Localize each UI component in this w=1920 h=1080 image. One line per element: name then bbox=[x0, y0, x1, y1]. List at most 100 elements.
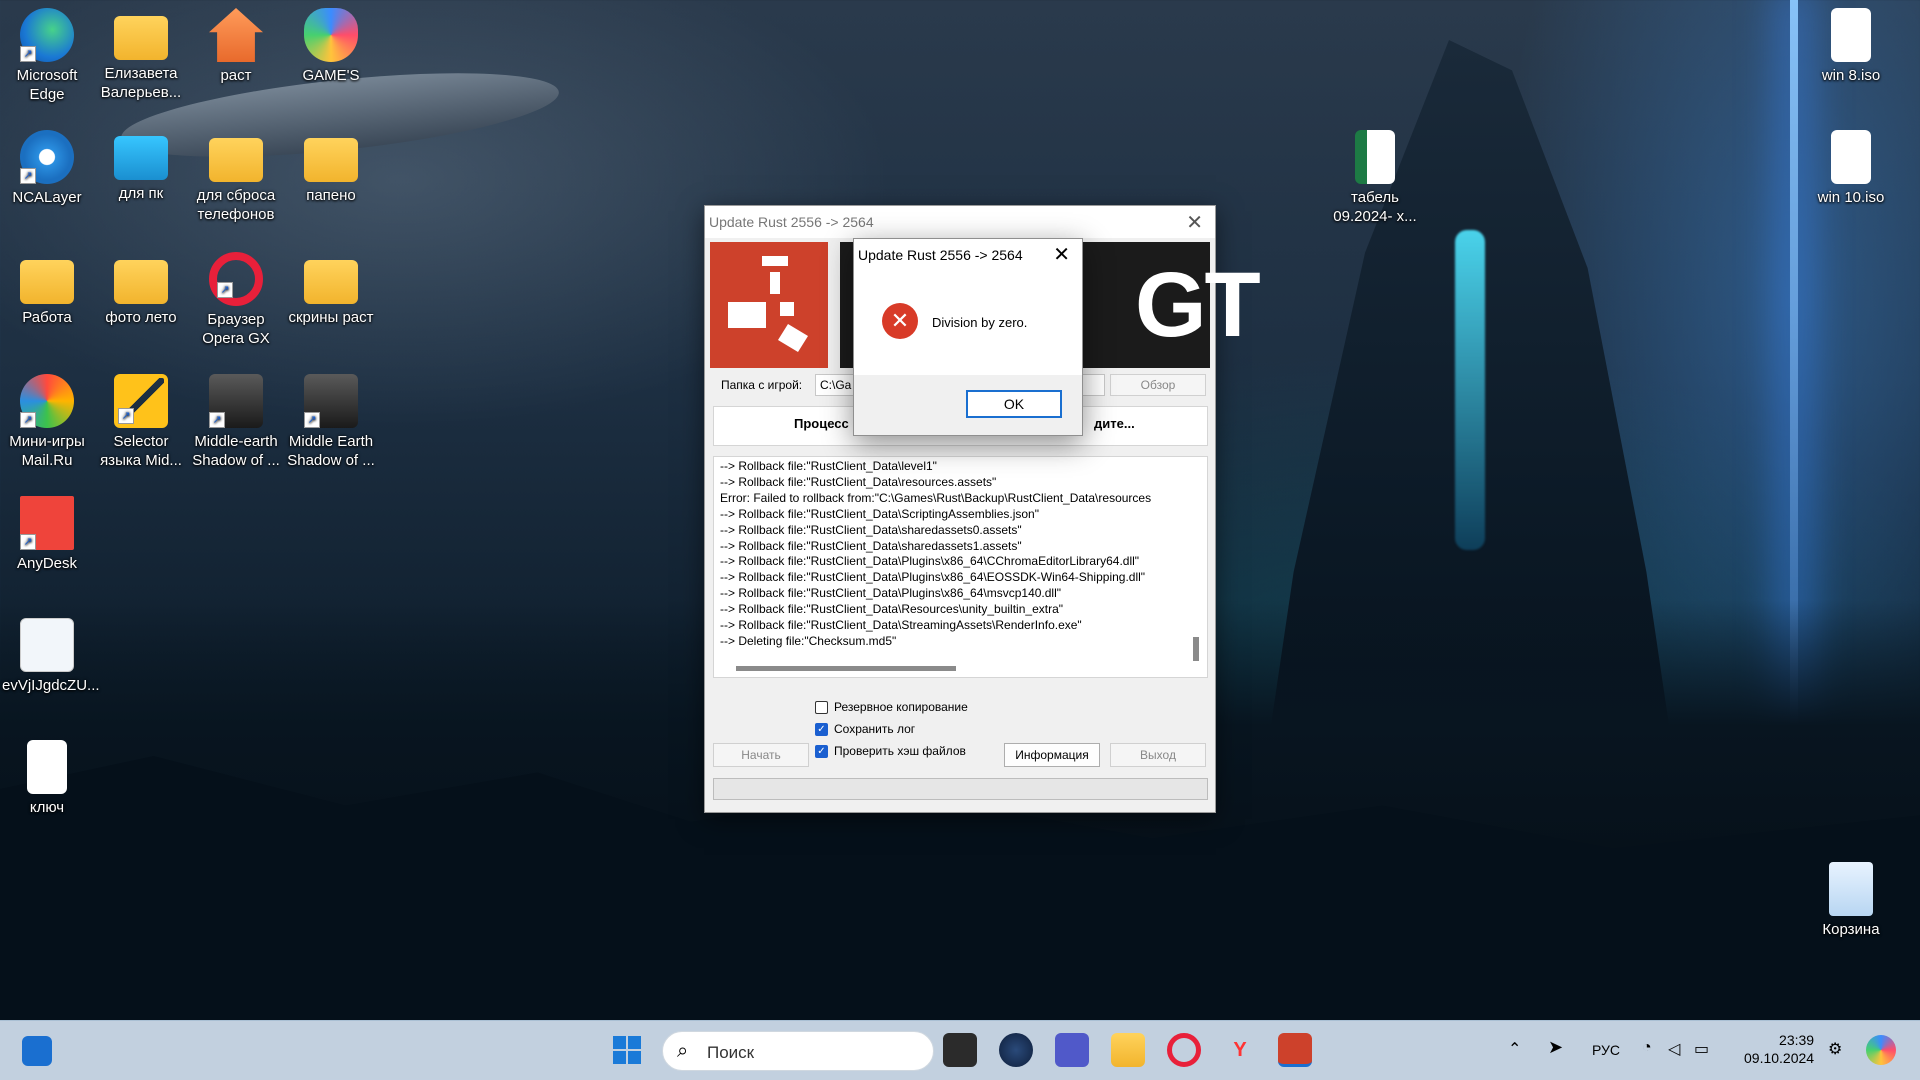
widgets-icon[interactable] bbox=[22, 1036, 52, 1066]
wallpaper-tower-glow bbox=[1455, 230, 1485, 550]
start-button[interactable]: Начать bbox=[713, 743, 809, 767]
taskbar: ⌕ Поиск Y ⌃ ➤ РУС ◔ ◁ ▭ 23:39 09.10.2024… bbox=[0, 1020, 1920, 1080]
iso-file-icon bbox=[1831, 8, 1871, 62]
log-horizontal-scrollbar[interactable] bbox=[736, 666, 956, 671]
desktop-icon-ncalayer[interactable]: ↗ NCALayer bbox=[2, 122, 92, 207]
desktop-icon-label: evVjIJgdcZU... bbox=[2, 677, 100, 694]
start-button[interactable] bbox=[610, 1033, 644, 1067]
desktop-icon-selector[interactable]: ↗ Selector языка Mid... bbox=[96, 366, 186, 470]
error-icon: ✕ bbox=[882, 303, 918, 339]
clock-date: 09.10.2024 bbox=[1744, 1050, 1815, 1066]
desktop-icon-tabel[interactable]: табель 09.2024- x... bbox=[1330, 122, 1420, 226]
telegram-tray-icon[interactable]: ➤ bbox=[1548, 1037, 1563, 1080]
notification-settings-icon[interactable]: ⚙ bbox=[1828, 1039, 1842, 1080]
desktop-icon-dlya-sbrosa[interactable]: для сброса телефонов bbox=[191, 122, 281, 224]
yandex-browser-icon[interactable]: Y bbox=[1223, 1033, 1257, 1067]
exit-button[interactable]: Выход bbox=[1110, 743, 1206, 767]
desktop-icon-games[interactable]: GAME'S bbox=[286, 0, 376, 85]
desktop-icon-rabota[interactable]: Работа bbox=[2, 244, 92, 327]
log-line: --> Rollback file:"RustClient_Data\Plugi… bbox=[720, 554, 1140, 569]
game-folder-label: Папка с игрой: bbox=[721, 378, 803, 392]
verify-hash-checkbox[interactable]: ✓ Проверить хэш файлов bbox=[815, 744, 966, 758]
dialog-close-button[interactable]: ✕ bbox=[1053, 242, 1070, 267]
checkbox-box[interactable]: ✓ bbox=[815, 744, 828, 758]
opera-gx-icon: ↗ bbox=[209, 252, 263, 306]
save-log-checkbox[interactable]: ✓ Сохранить лог bbox=[815, 722, 915, 736]
log-line: --> Rollback file:"RustClient_Data\share… bbox=[720, 538, 1022, 553]
steam-icon[interactable] bbox=[999, 1033, 1033, 1067]
middle-earth-icon: ↗ bbox=[304, 374, 358, 428]
monitor-icon bbox=[114, 136, 168, 180]
iso-file-icon bbox=[1831, 130, 1871, 184]
desktop-icon-recycle-bin[interactable]: Корзина bbox=[1806, 854, 1896, 939]
opera-gx-taskbar-icon[interactable] bbox=[1167, 1033, 1201, 1067]
desktop-icon-label: Елизавета Валерьев... bbox=[100, 65, 182, 101]
desktop-icon-middle-earth-2[interactable]: ↗ Middle Earth Shadow of ... bbox=[286, 366, 376, 470]
ok-button[interactable]: OK bbox=[966, 390, 1062, 418]
desktop-icon-edge[interactable]: ↗ Microsoft Edge bbox=[2, 0, 92, 104]
updater-close-button[interactable]: ✕ bbox=[1186, 210, 1203, 235]
desktop-icon-klyuch[interactable]: ключ bbox=[2, 732, 92, 817]
checkbox-label: Проверить хэш файлов bbox=[834, 744, 966, 758]
desktop-icon-label: Корзина bbox=[1822, 921, 1880, 938]
desktop-icon-label: для пк bbox=[118, 185, 164, 202]
checkbox-box[interactable] bbox=[815, 700, 828, 714]
folder-icon bbox=[304, 260, 358, 304]
desktop-icon-win8-iso[interactable]: win 8.iso bbox=[1806, 0, 1896, 85]
dialog-footer: OK bbox=[854, 375, 1082, 435]
desktop-icon-middle-earth-1[interactable]: ↗ Middle-earth Shadow of ... bbox=[191, 366, 281, 470]
checkbox-box[interactable]: ✓ bbox=[815, 722, 828, 736]
copilot-icon[interactable] bbox=[1866, 1035, 1896, 1065]
desktop-icon-dlya-pk[interactable]: для пк bbox=[96, 122, 186, 203]
desktop-icon-papeno[interactable]: папено bbox=[286, 122, 376, 205]
teams-icon[interactable] bbox=[1055, 1033, 1089, 1067]
desktop-icon-label: Работа bbox=[22, 309, 72, 326]
desktop-icon-anydesk[interactable]: ↗ AnyDesk bbox=[2, 488, 92, 573]
desktop-icon-label: GAME'S bbox=[302, 67, 360, 84]
log-vertical-scrollbar[interactable] bbox=[1193, 637, 1199, 661]
desktop-icon-mailru-games[interactable]: ↗ Мини-игры Mail.Ru bbox=[2, 366, 92, 470]
image-file-icon bbox=[20, 618, 74, 672]
desktop-icon-opera-gx[interactable]: ↗ Браузер Opera GX bbox=[191, 244, 281, 348]
folder-icon bbox=[209, 138, 263, 182]
rust-updater-taskbar-icon[interactable] bbox=[1278, 1033, 1312, 1067]
wifi-icon[interactable]: ◔ bbox=[1642, 1039, 1652, 1080]
log-line: --> Deleting file:"Checksum.md5" bbox=[720, 633, 897, 648]
updater-titlebar[interactable]: Update Rust 2556 -> 2564 ✕ bbox=[705, 206, 1215, 238]
clock[interactable]: 23:39 09.10.2024 bbox=[1744, 1031, 1814, 1080]
home-folder-icon bbox=[209, 8, 263, 62]
info-button[interactable]: Информация bbox=[1004, 743, 1100, 767]
desktop-icon-label: фото лето bbox=[105, 309, 177, 326]
search-placeholder: Поиск bbox=[707, 1043, 755, 1062]
text-file-icon bbox=[27, 740, 67, 794]
log-line: Error: Failed to rollback from:"C:\Games… bbox=[720, 490, 1152, 505]
desktop-icon-label: ключ bbox=[29, 799, 65, 816]
desktop-icon-rast[interactable]: раст bbox=[191, 0, 281, 85]
volume-icon[interactable]: ◁ bbox=[1668, 1039, 1680, 1080]
language-indicator[interactable]: РУС bbox=[1592, 1042, 1620, 1080]
dialog-title: Update Rust 2556 -> 2564 bbox=[858, 247, 1023, 263]
log-lines: --> Rollback file:"RustClient_Data\level… bbox=[720, 459, 1201, 650]
desktop-icon-foto-leto[interactable]: фото лето bbox=[96, 244, 186, 327]
taskbar-search[interactable]: ⌕ Поиск bbox=[662, 1031, 934, 1071]
recycle-bin-icon bbox=[1829, 862, 1873, 916]
butterfly-icon bbox=[304, 8, 358, 62]
task-view-icon[interactable] bbox=[943, 1033, 977, 1067]
file-explorer-icon[interactable] bbox=[1111, 1033, 1145, 1067]
log-line: --> Rollback file:"RustClient_Data\Scrip… bbox=[720, 506, 1039, 521]
backup-checkbox[interactable]: Резервное копирование bbox=[815, 700, 968, 714]
clock-time: 23:39 bbox=[1779, 1032, 1815, 1048]
desktop-icon-label: табель 09.2024- x... bbox=[1333, 189, 1417, 225]
tray-overflow-icon[interactable]: ⌃ bbox=[1508, 1039, 1521, 1080]
battery-icon[interactable]: ▭ bbox=[1694, 1039, 1709, 1080]
desktop-icon-image-file[interactable]: evVjIJgdcZU... bbox=[2, 610, 100, 695]
anydesk-icon: ↗ bbox=[20, 496, 74, 550]
selector-icon: ↗ bbox=[114, 374, 168, 428]
desktop-icon-win10-iso[interactable]: win 10.iso bbox=[1806, 122, 1896, 207]
log-output[interactable]: --> Rollback file:"RustClient_Data\level… bbox=[713, 456, 1208, 678]
desktop-icon-label: для сброса телефонов bbox=[196, 187, 276, 223]
browse-button[interactable]: Обзор bbox=[1110, 374, 1206, 396]
folder-icon bbox=[114, 16, 168, 60]
desktop-icon-skriny-rast[interactable]: скрины раст bbox=[286, 244, 376, 327]
desktop-icon-elizaveta[interactable]: Елизавета Валерьев... bbox=[96, 0, 186, 102]
